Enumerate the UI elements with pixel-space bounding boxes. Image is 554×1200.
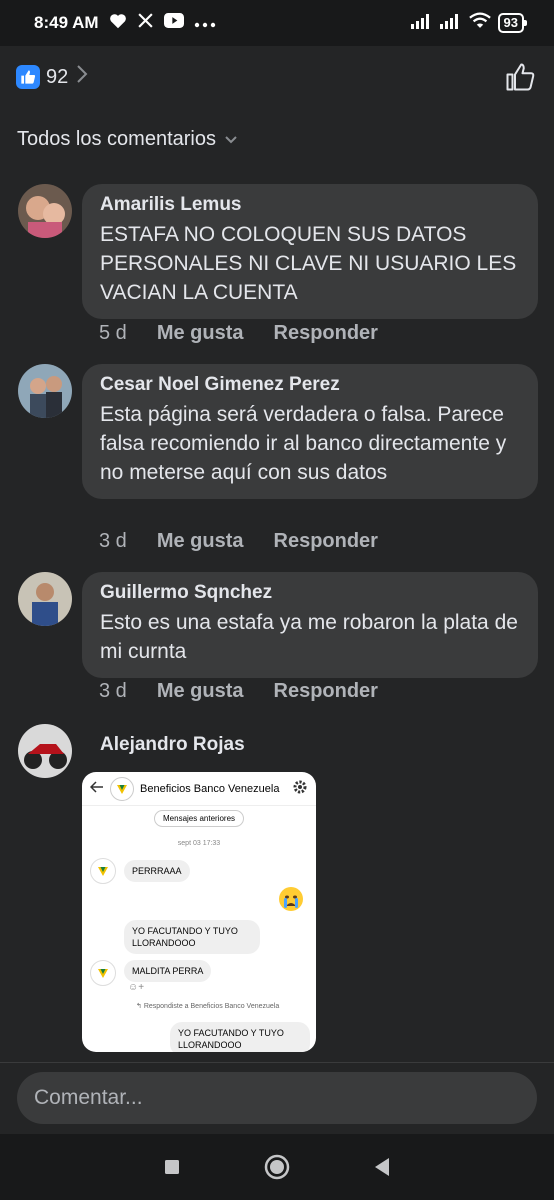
message-date: sept 03 17:33: [177, 840, 221, 847]
chevron-down-icon: [224, 128, 238, 151]
comment-actions: 3 d Me gusta Responder: [99, 680, 378, 703]
chat-message: YO FACUTANDO Y TUYO LLORANDOOO: [170, 1022, 310, 1052]
more-icon: [194, 13, 216, 33]
chat-message: MALDITA PERRA: [124, 960, 212, 982]
like-reaction-icon: [16, 65, 40, 89]
comment-time: 3 d: [99, 680, 127, 702]
comment-text: ESTAFA NO COLOQUEN SUS DATOS PERSONALES …: [100, 223, 517, 304]
like-comment-button[interactable]: Me gusta: [157, 322, 244, 345]
chevron-right-icon: [76, 64, 88, 90]
youtube-icon: [163, 13, 184, 33]
status-bar: 8:49 AM 93: [0, 0, 554, 46]
gear-icon: [292, 779, 308, 798]
comment-time: 5 d: [99, 322, 127, 344]
comments-filter[interactable]: Todos los comentarios: [17, 128, 238, 151]
comment-text: Esta página será verdadera o falsa. Pare…: [100, 403, 507, 484]
bank-logo-icon: [90, 858, 116, 884]
bank-logo-icon: [110, 776, 134, 801]
avatar[interactable]: [18, 184, 72, 238]
comment-input[interactable]: Comentar...: [17, 1072, 537, 1124]
avatar[interactable]: [18, 364, 72, 418]
comment-actions: 5 d Me gusta Responder: [99, 322, 378, 345]
comment-author[interactable]: Amarilis Lemus: [100, 194, 520, 216]
like-comment-button[interactable]: Me gusta: [157, 680, 244, 703]
comment-time: 3 d: [99, 530, 127, 552]
wifi-icon: [468, 12, 491, 34]
crying-emoji-icon: [278, 886, 304, 917]
reply-note: ↰ Respondiste a Beneficios Banco Venezue…: [136, 1003, 280, 1010]
reply-button[interactable]: Responder: [274, 530, 378, 553]
older-messages-button: Mensajes anteriores: [154, 810, 245, 827]
comment-image[interactable]: Beneficios Banco Venezuela Mensajes ante…: [82, 772, 316, 1052]
chat-message: YO FACUTANDO Y TUYO LLORANDOOO: [124, 920, 260, 954]
comment-input-placeholder: Comentar...: [34, 1086, 143, 1109]
like-comment-button[interactable]: Me gusta: [157, 530, 244, 553]
home-button[interactable]: [262, 1152, 292, 1182]
comment-bubble[interactable]: Cesar Noel Gimenez Perez Esta página ser…: [82, 364, 538, 499]
heart-icon: [109, 13, 127, 34]
chat-message: PERRRAAA: [124, 860, 190, 882]
divider: [0, 1062, 554, 1063]
signal-icon-2: [439, 13, 462, 34]
avatar[interactable]: [18, 724, 72, 778]
avatar[interactable]: [18, 572, 72, 626]
reply-arrow-icon: ↰: [136, 1003, 144, 1010]
reply-button[interactable]: Responder: [274, 322, 378, 345]
comment-author[interactable]: Guillermo Sqnchez: [100, 582, 520, 604]
back-arrow-icon: [89, 781, 104, 796]
like-button[interactable]: [502, 59, 538, 95]
x-icon: [137, 12, 154, 34]
status-time: 8:49 AM: [34, 13, 99, 32]
reply-button[interactable]: Responder: [274, 680, 378, 703]
reaction-count: 92: [46, 65, 69, 88]
comment-author[interactable]: Cesar Noel Gimenez Perez: [100, 374, 520, 396]
bank-logo-icon: [90, 960, 116, 986]
comments-filter-label: Todos los comentarios: [17, 128, 216, 150]
battery-indicator: 93: [497, 13, 528, 33]
comment-actions: 3 d Me gusta Responder: [99, 530, 378, 553]
signal-icon: [410, 13, 433, 34]
comment-author[interactable]: Alejandro Rojas: [100, 734, 245, 756]
shot-header: Beneficios Banco Venezuela: [82, 772, 316, 806]
shot-header-title: Beneficios Banco Venezuela: [140, 782, 280, 795]
comment-text: Esto es una estafa ya me robaron la plat…: [100, 611, 518, 663]
add-reaction-icon: ☺+: [128, 982, 145, 993]
comment-bubble[interactable]: Amarilis Lemus ESTAFA NO COLOQUEN SUS DA…: [82, 184, 538, 319]
reactions-bar[interactable]: 92: [0, 46, 554, 108]
recents-button[interactable]: [157, 1152, 187, 1182]
system-nav-bar: [0, 1134, 554, 1200]
comment-bubble[interactable]: Guillermo Sqnchez Esto es una estafa ya …: [82, 572, 538, 678]
back-button[interactable]: [367, 1152, 397, 1182]
